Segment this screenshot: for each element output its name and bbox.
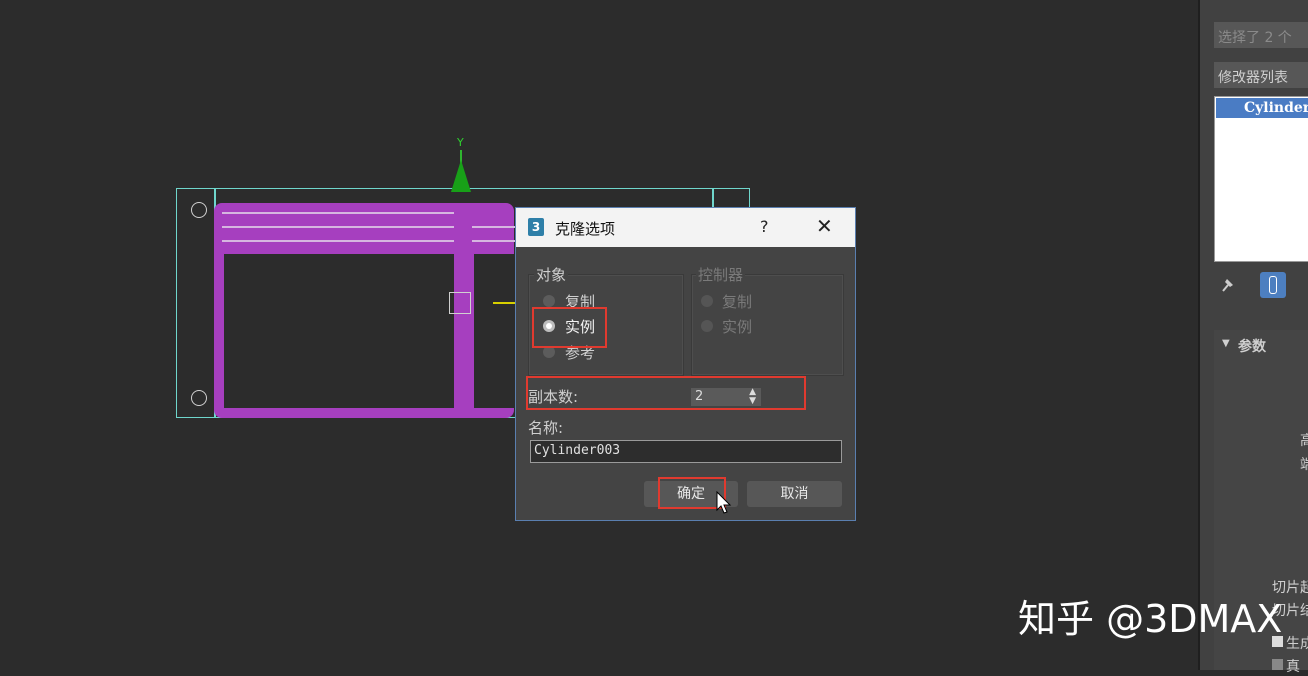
object-rail-1	[222, 212, 454, 214]
mouse-cursor-icon	[716, 491, 732, 514]
real-world-label: 真	[1286, 659, 1300, 675]
radio-controller-instance	[701, 320, 713, 332]
controller-group-label: 控制器	[696, 264, 746, 285]
object-opening-left	[224, 254, 454, 408]
axis-x-line	[493, 302, 515, 304]
radio-controller-copy-label: 复制	[722, 293, 753, 311]
param-height-label: 高	[1300, 433, 1308, 449]
object-rail-5	[472, 240, 516, 242]
watermark: 知乎 @3DMAX	[1018, 597, 1283, 641]
app-logo-icon: 3	[528, 218, 544, 236]
gizmo-y-arrow-icon[interactable]	[451, 160, 471, 192]
name-label: 名称:	[528, 419, 564, 437]
modifier-list-label: 修改器列表	[1218, 70, 1288, 86]
cancel-button[interactable]: 取消	[747, 481, 842, 507]
handle-circle-bottom[interactable]	[191, 390, 207, 406]
object-opening-right	[474, 254, 514, 408]
radio-controller-copy	[701, 295, 713, 307]
gizmo-y-label: Y	[457, 136, 464, 149]
parameters-label: 参数	[1238, 339, 1266, 355]
name-input[interactable]: Cylinder003	[530, 440, 842, 463]
dialog-title: 克隆选项	[555, 220, 616, 238]
real-world-checkbox[interactable]	[1272, 659, 1283, 670]
clone-options-dialog: 3 克隆选项 ? ✕ 对象 复制 实例 参考 控制器 复制 实例 副本数: 2 …	[515, 207, 856, 521]
selection-text: 选择了 2 个	[1218, 30, 1292, 46]
dialog-title-bar[interactable]: 3 克隆选项 ? ✕	[516, 208, 855, 247]
radio-object-copy[interactable]	[543, 295, 555, 307]
highlight-instance	[532, 307, 607, 348]
command-panel: 选择了 2 个 修改器列表 Cylinder ▼ 参数 高 端 切片起 切片结 …	[1198, 0, 1308, 675]
object-group-label: 对象	[534, 264, 569, 285]
controller-group	[691, 274, 844, 376]
modifier-stack[interactable]	[1214, 96, 1308, 262]
help-button[interactable]: ?	[760, 217, 769, 236]
close-button[interactable]: ✕	[816, 214, 833, 238]
pivot-square[interactable]	[449, 292, 471, 314]
test-tube-icon	[1269, 276, 1277, 294]
object-rail-2	[222, 226, 454, 228]
pin-stack-icon[interactable]	[1220, 276, 1236, 294]
object-rail-4	[472, 226, 516, 228]
param-cap-label: 端	[1300, 457, 1308, 473]
selection-bracket-left	[176, 188, 216, 418]
cancel-button-label: 取消	[780, 486, 809, 502]
highlight-copies	[526, 376, 806, 410]
radio-controller-instance-label: 实例	[722, 318, 753, 336]
handle-circle-top[interactable]	[191, 202, 207, 218]
stack-item-label: Cylinder	[1244, 100, 1308, 116]
object-rail-3	[222, 240, 454, 242]
rollout-collapse-icon[interactable]: ▼	[1222, 338, 1230, 349]
generate-label: 生成	[1286, 636, 1308, 652]
